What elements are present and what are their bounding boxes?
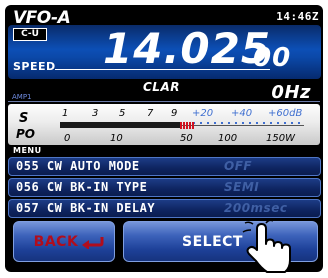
s-scale-tick: 1	[62, 108, 68, 119]
s-scale-tick: 7	[147, 108, 154, 119]
meter-tick	[221, 122, 223, 124]
s-scale-tick: 5	[119, 108, 125, 119]
menu-item-value: SEMI	[224, 180, 260, 194]
menu-item-cw-auto-mode[interactable]: 055 CW AUTO MODE OFF	[8, 157, 321, 176]
meter-tick	[200, 122, 202, 124]
meter-level-bar	[60, 122, 180, 128]
menu-item-cw-bk-in-delay[interactable]: 057 CW BK-IN DELAY 200msec	[8, 199, 321, 218]
clock-time: 14:46Z	[276, 10, 319, 23]
menu-item-cw-bk-in-type[interactable]: 056 CW BK-IN TYPE SEMI	[8, 178, 321, 197]
po-scale-tick: 150W	[266, 133, 296, 144]
po-scale-tick: 100	[218, 133, 237, 144]
po-scale-tick: 0	[64, 133, 70, 144]
meter-red-segment	[180, 122, 182, 129]
menu-item-name: 055 CW AUTO MODE	[16, 159, 140, 173]
po-label: PO	[16, 127, 35, 141]
s-po-meter: S PO 1 3 5 7 9 +20 +40 +60dB 0 10 50 100…	[8, 104, 320, 145]
meter-tick	[284, 122, 286, 124]
s-scale-over-tick: +20	[192, 108, 213, 119]
po-scale-tick: 50	[180, 133, 193, 144]
meter-graphic: S PO 1 3 5 7 9 +20 +40 +60dB 0 10 50 100…	[16, 108, 304, 144]
s-label: S	[19, 111, 28, 126]
meter-tick	[270, 122, 272, 124]
s-scale-tick: 9	[171, 108, 177, 119]
meter-tick	[263, 122, 265, 124]
meter-tick	[242, 122, 244, 124]
meter-red-segment	[192, 122, 194, 129]
meter-tick	[207, 122, 209, 124]
menu-label: MENU	[13, 146, 42, 155]
mode-indicator[interactable]: C-U	[13, 28, 47, 41]
back-button[interactable]: BACK	[13, 221, 115, 262]
speed-label: SPEED	[13, 60, 56, 73]
amp-label: AMP1	[12, 93, 32, 101]
s-scale-tick: 3	[92, 108, 98, 119]
meter-tick	[298, 122, 300, 124]
meter-tick	[235, 122, 237, 124]
divider	[8, 101, 320, 102]
vfo-label: VFO-A	[13, 8, 71, 28]
hand-pointer-icon	[242, 219, 291, 273]
menu-item-name: 056 CW BK-IN TYPE	[16, 180, 148, 194]
meter-red-segment	[189, 122, 191, 129]
speed-underline	[55, 69, 270, 70]
meter-tick	[277, 122, 279, 124]
po-scale-tick: 10	[110, 133, 123, 144]
s-scale-over-tick: +60dB	[268, 108, 302, 119]
s-scale-over-tick: +40	[231, 108, 252, 119]
frequency-main[interactable]: 14.025	[103, 26, 271, 72]
menu-item-name: 057 CW BK-IN DELAY	[16, 201, 156, 215]
meter-tick	[256, 122, 258, 124]
meter-red-segment	[186, 122, 188, 129]
clar-label: CLAR	[143, 80, 180, 94]
meter-tick	[214, 122, 216, 124]
meter-tick	[228, 122, 230, 124]
meter-tick	[249, 122, 251, 124]
meter-red-segment	[183, 122, 185, 129]
meter-tick	[291, 122, 293, 124]
menu-item-value: 200msec	[224, 201, 288, 215]
return-arrow-icon	[82, 237, 104, 249]
clar-value[interactable]: 0Hz	[271, 82, 311, 103]
menu-item-value: OFF	[224, 159, 253, 173]
